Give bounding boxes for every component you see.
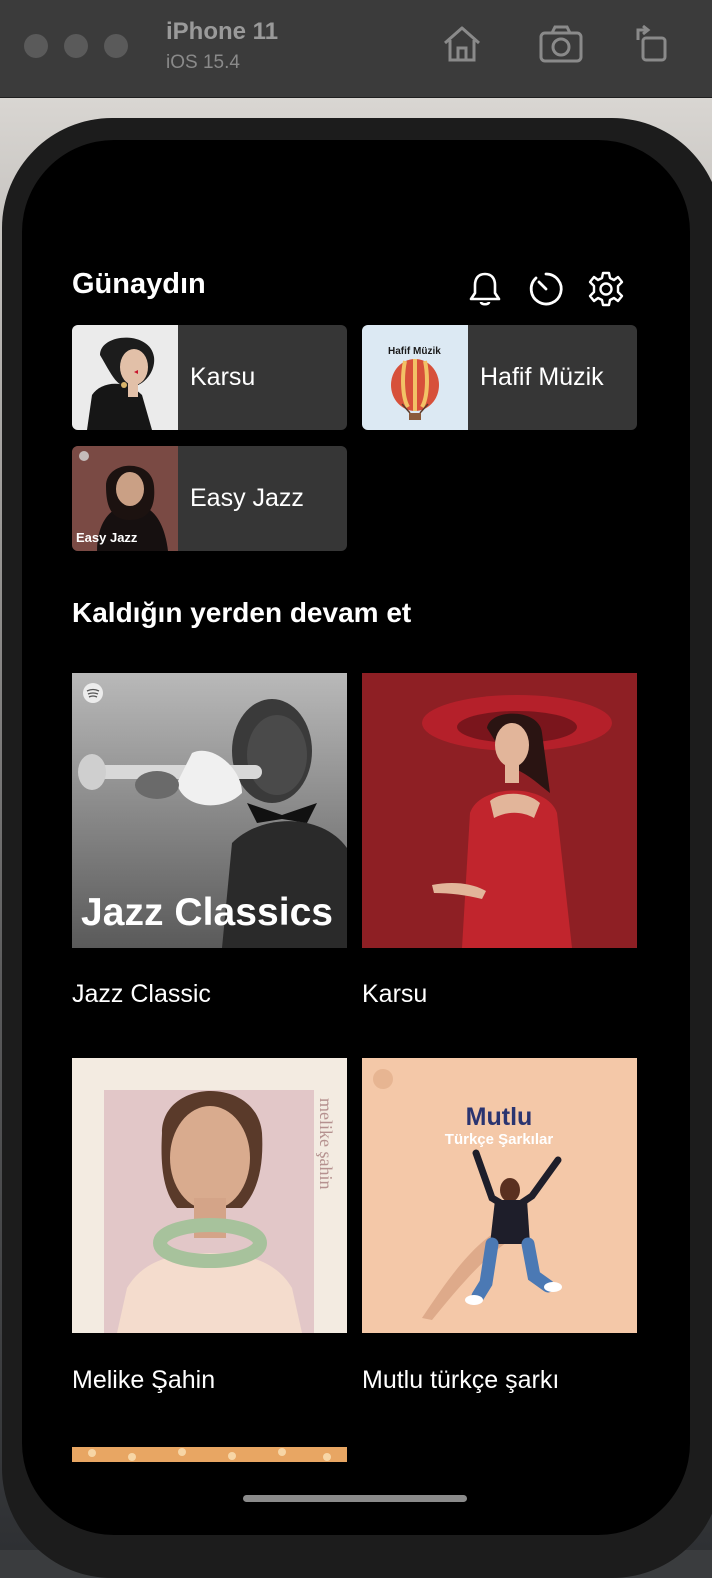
easy-jazz-cover-image: Easy Jazz (72, 446, 178, 551)
window-zoom-button[interactable] (104, 34, 128, 58)
tile-label: Melike Şahin (72, 1366, 216, 1394)
section-title: Kaldığın yerden devam et (72, 597, 412, 628)
tile-jazz-classics[interactable]: Jazz Classics (72, 673, 347, 948)
melike-sahin-cover-image: melike şahin (72, 1058, 347, 1333)
quick-card-karsu[interactable]: Karsu (72, 325, 347, 430)
hafif-muzik-cover-image: Hafif Müzik (362, 325, 468, 430)
mutlu-cover-image: Mutlu Türkçe Şarkılar (362, 1058, 637, 1333)
karsu-cover-image (72, 325, 178, 430)
tile-next-partial[interactable] (72, 1447, 347, 1462)
quick-card-easy-jazz[interactable]: Easy Jazz Easy Jazz (72, 446, 347, 551)
quick-card-label: Hafif Müzik (480, 363, 604, 391)
karsu-album-cover-image (362, 673, 637, 948)
settings-icon[interactable] (587, 270, 625, 308)
os-version: iOS 15.4 (166, 52, 240, 73)
tile-karsu[interactable] (362, 673, 637, 948)
tile-label: Mutlu türkçe şarkı (362, 1366, 560, 1394)
tile-mutlu-turkce-sarkilar[interactable]: Mutlu Türkçe Şarkılar (362, 1058, 637, 1333)
tile-label: Karsu (362, 980, 428, 1008)
window-close-button[interactable] (24, 34, 48, 58)
rotate-icon[interactable] (630, 22, 672, 66)
device-name: iPhone 11 (166, 18, 279, 45)
screenshot-icon[interactable] (538, 22, 584, 66)
history-icon[interactable] (527, 270, 565, 308)
home-content: Günaydın Karsu Hafif Müzik Hafif Müzik E… (22, 140, 690, 1462)
cover-title: Mutlu (466, 1103, 533, 1131)
tile-label: Jazz Classic (72, 980, 211, 1008)
simulator-titlebar: iPhone 11 iOS 15.4 (0, 0, 712, 98)
cover-subtitle: Türkçe Şarkılar (445, 1131, 554, 1148)
home-indicator[interactable] (243, 1495, 467, 1502)
next-cover-image (72, 1447, 347, 1462)
window-minimize-button[interactable] (64, 34, 88, 58)
cover-title: Easy Jazz (76, 530, 138, 545)
quick-card-label: Easy Jazz (190, 484, 304, 512)
jazz-classics-cover-image: Jazz Classics (72, 673, 347, 948)
cover-title: Hafif Müzik (388, 346, 441, 357)
tile-melike-sahin[interactable]: melike şahin (72, 1058, 347, 1333)
cover-title: Jazz Classics (81, 891, 333, 934)
greeting-title: Günaydın (72, 268, 206, 300)
bell-icon[interactable] (466, 270, 504, 308)
quick-card-hafif-muzik[interactable]: Hafif Müzik Hafif Müzik (362, 325, 637, 430)
cover-title: melike şahin (316, 1098, 336, 1189)
phone-screen: Günaydın Karsu Hafif Müzik Hafif Müzik E… (22, 140, 690, 1535)
quick-card-label: Karsu (190, 363, 256, 391)
home-icon[interactable] (440, 22, 484, 66)
